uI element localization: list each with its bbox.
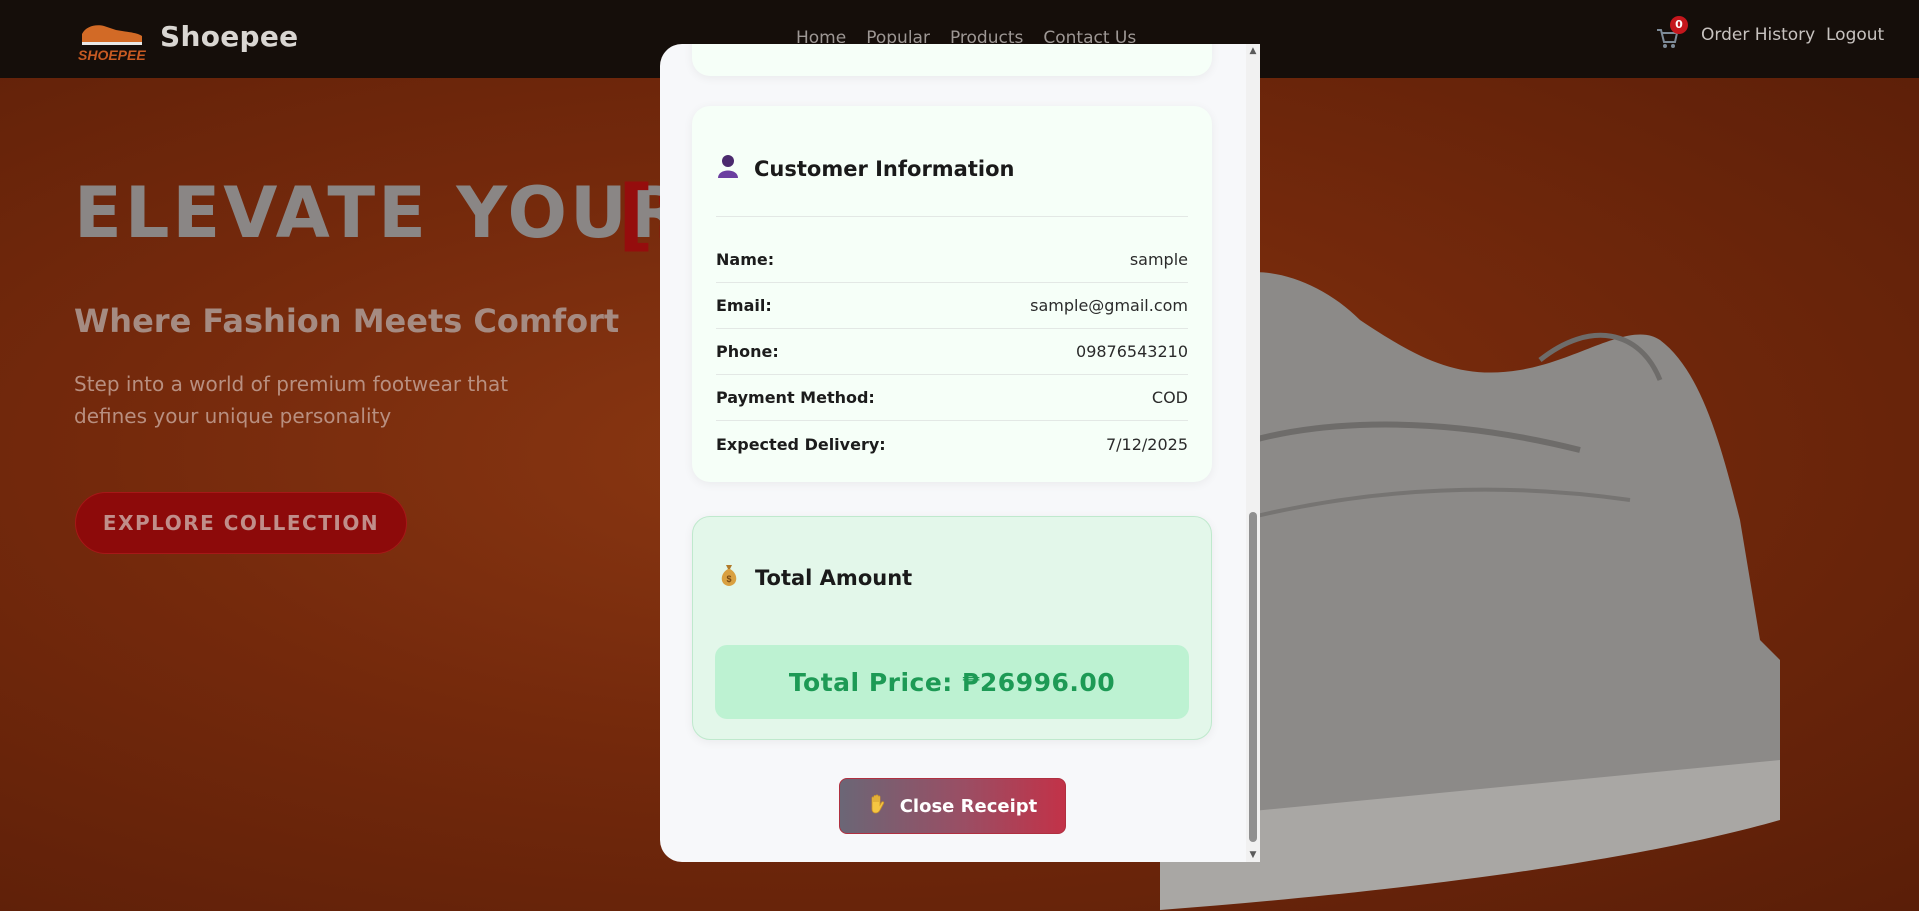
total-price-text: Total Price: ₱26996.00 bbox=[788, 667, 1116, 697]
info-label: Phone: bbox=[716, 342, 779, 361]
info-row-delivery: Expected Delivery: 7/12/2025 bbox=[716, 421, 1188, 467]
scrollbar-thumb[interactable] bbox=[1249, 512, 1257, 842]
receipt-card-previous bbox=[692, 44, 1212, 76]
modal-scrollbar[interactable]: ▲ ▼ bbox=[1246, 44, 1260, 862]
info-row-phone: Phone: 09876543210 bbox=[716, 329, 1188, 375]
total-amount-header: $ Total Amount bbox=[717, 563, 912, 592]
scroll-up-arrow-icon[interactable]: ▲ bbox=[1246, 46, 1260, 56]
customer-info-rows: Name: sample Email: sample@gmail.com Pho… bbox=[716, 237, 1188, 467]
total-price-box: Total Price: ₱26996.00 bbox=[715, 645, 1189, 719]
total-amount-title: Total Amount bbox=[755, 565, 913, 590]
info-label: Payment Method: bbox=[716, 388, 875, 407]
total-amount-card: $ Total Amount Total Price: ₱26996.00 bbox=[692, 516, 1212, 740]
money-bag-icon: $ bbox=[717, 563, 741, 592]
customer-info-card: Customer Information Name: sample Email:… bbox=[692, 106, 1212, 482]
svg-text:$: $ bbox=[726, 574, 731, 584]
raised-hand-icon bbox=[868, 793, 886, 819]
customer-info-title: Customer Information bbox=[754, 156, 1015, 181]
close-receipt-label: Close Receipt bbox=[899, 795, 1038, 817]
info-value: 7/12/2025 bbox=[1105, 434, 1188, 454]
divider bbox=[716, 216, 1188, 217]
info-label: Name: bbox=[716, 250, 775, 269]
info-row-payment: Payment Method: COD bbox=[716, 375, 1188, 421]
info-value: sample@gmail.com bbox=[1030, 296, 1188, 315]
person-icon bbox=[716, 154, 740, 183]
info-label: Email: bbox=[716, 296, 772, 315]
customer-info-header: Customer Information bbox=[716, 154, 1014, 183]
info-label: Expected Delivery: bbox=[716, 434, 886, 454]
info-row-email: Email: sample@gmail.com bbox=[716, 283, 1188, 329]
receipt-modal: Customer Information Name: sample Email:… bbox=[660, 44, 1260, 862]
info-value: 09876543210 bbox=[1076, 342, 1188, 361]
scroll-down-arrow-icon[interactable]: ▼ bbox=[1246, 850, 1260, 860]
close-receipt-button[interactable]: Close Receipt bbox=[839, 778, 1066, 834]
info-value: sample bbox=[1129, 250, 1188, 269]
info-row-name: Name: sample bbox=[716, 237, 1188, 283]
info-value: COD bbox=[1151, 388, 1188, 407]
